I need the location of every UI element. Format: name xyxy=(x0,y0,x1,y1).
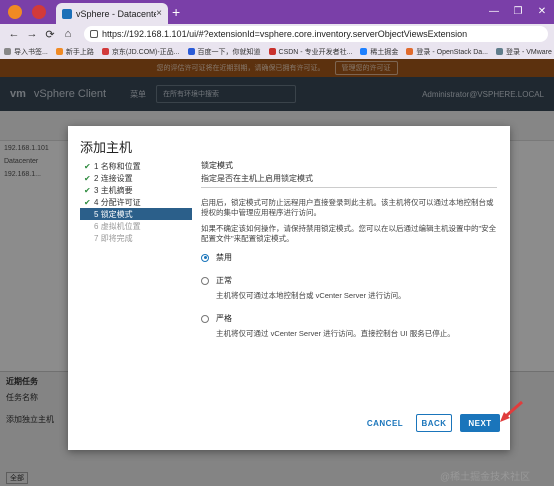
vsphere-tab-icon xyxy=(62,8,72,19)
maximize-button[interactable]: ❐ xyxy=(506,0,530,24)
pinned-tab-icon[interactable] xyxy=(32,5,46,19)
wizard-step-host-summary[interactable]: ✔ 3 主机摘要 xyxy=(80,184,192,196)
check-icon: ✔ xyxy=(84,173,91,183)
option-description: 主机将仅可通过本地控制台或 vCenter Server 进行访问。 xyxy=(216,291,406,300)
annotation-arrow-icon xyxy=(500,400,523,422)
bookmark-item[interactable]: 新手上路 xyxy=(55,47,94,57)
next-button[interactable]: NEXT xyxy=(460,414,500,432)
advice-paragraph: 如果不确定该如何操作，请保持禁用锁定模式。您可以在以后通过编辑主机设置中的"安全… xyxy=(201,224,497,243)
radio-strict[interactable] xyxy=(201,314,209,323)
wizard-step-ready: 7 即将完成 xyxy=(94,233,133,243)
back-button[interactable]: BACK xyxy=(416,414,452,432)
lock-icon xyxy=(90,30,98,38)
option-label: 禁用 xyxy=(216,253,232,262)
juejin-icon xyxy=(360,48,368,55)
forward-arrow-icon[interactable]: → xyxy=(24,28,40,40)
option-label: 严格 xyxy=(216,314,232,323)
bookmarks-bar: 导入书签... 新手上路 京东(JD.COM)-正品... 百度一下，你就知道 … xyxy=(0,44,554,59)
section-subtitle: 指定是否在主机上启用锁定模式 xyxy=(201,173,497,188)
wizard-step-lockdown-mode[interactable]: 5 锁定模式 xyxy=(80,208,192,220)
bookmark-item[interactable]: CSDN - 专业开发者社... xyxy=(268,47,352,57)
baidu-icon xyxy=(187,48,195,55)
bookmark-item[interactable]: 登录 - VMware ESXi xyxy=(496,47,554,57)
window-controls: — ❐ ✕ xyxy=(482,0,554,24)
check-icon: ✔ xyxy=(84,161,91,171)
wizard-step-license[interactable]: ✔ 4 分配许可证 xyxy=(80,196,192,208)
lockdown-option-disabled[interactable]: 禁用 xyxy=(201,252,497,263)
cancel-button[interactable]: CANCEL xyxy=(364,414,406,432)
option-description: 主机将仅可通过 vCenter Server 进行访问。直接控制台 UI 服务已… xyxy=(216,329,455,338)
lockdown-option-strict[interactable]: 严格 主机将仅可通过 vCenter Server 进行访问。直接控制台 UI … xyxy=(201,313,497,339)
csdn-icon xyxy=(268,48,276,55)
reload-icon[interactable]: ⟳ xyxy=(42,28,58,41)
wizard-steps: ✔ 1 名称和位置 ✔ 2 连接设置 ✔ 3 主机摘要 ✔ 4 分配许可证 5 锁定模式… xyxy=(80,160,192,244)
section-title: 锁定模式 xyxy=(201,161,233,170)
bookmark-item[interactable]: 导入书签... xyxy=(4,47,48,57)
minimize-button[interactable]: — xyxy=(482,0,506,24)
bookmark-item[interactable]: 京东(JD.COM)-正品... xyxy=(101,47,180,57)
check-icon: ✔ xyxy=(84,185,91,195)
close-window-button[interactable]: ✕ xyxy=(530,0,554,24)
option-label: 正常 xyxy=(216,276,232,285)
bookmark-item[interactable]: 百度一下，你就知道 xyxy=(187,47,261,57)
dialog-title: 添加主机 xyxy=(80,140,133,155)
add-host-dialog: 添加主机 ✔ 1 名称和位置 ✔ 2 连接设置 ✔ 3 主机摘要 ✔ 4 分配许可证 5… xyxy=(68,126,510,450)
check-icon: ✔ xyxy=(84,197,91,207)
url-text: https://192.168.1.101/ui/#?extensionId=v… xyxy=(102,29,468,39)
tab-vsphere[interactable]: vSphere - Datacenter - 摘要 × xyxy=(56,3,168,24)
navigation-bar: ← → ⟳ ⌂ https://192.168.1.101/ui/#?exten… xyxy=(0,24,554,44)
back-arrow-icon[interactable]: ← xyxy=(6,28,22,40)
wizard-step-vm-location: 6 虚拟机位置 xyxy=(94,221,141,231)
new-tab-button[interactable]: + xyxy=(172,4,180,20)
tab-label: vSphere - Datacenter - 摘要 xyxy=(76,9,157,19)
lockdown-option-normal[interactable]: 正常 主机将仅可通过本地控制台或 vCenter Server 进行访问。 xyxy=(201,275,497,301)
vmware-icon xyxy=(496,48,503,55)
wizard-step-name-location[interactable]: ✔ 1 名称和位置 xyxy=(80,160,192,172)
wizard-step-connection[interactable]: ✔ 2 连接设置 xyxy=(80,172,192,184)
folder-icon xyxy=(4,48,11,55)
jd-icon xyxy=(101,48,109,55)
watermark: @稀土掘金技术社区 xyxy=(440,472,531,483)
firefox-icon[interactable] xyxy=(8,5,22,19)
bookmark-item[interactable]: 稀土掘金 xyxy=(360,47,398,57)
description-paragraph: 启用后，锁定模式可防止远程用户直接登录到此主机。该主机将仅可以通过本地控制台或授… xyxy=(201,198,494,217)
lockdown-content: 锁定模式 指定是否在主机上启用锁定模式 启用后，锁定模式可防止远程用户直接登录到… xyxy=(201,160,497,339)
home-icon[interactable]: ⌂ xyxy=(60,28,76,40)
bookmark-item[interactable]: 登录 - OpenStack Da... xyxy=(406,47,488,57)
radio-normal[interactable] xyxy=(201,276,209,285)
openstack-icon xyxy=(406,48,414,55)
firefox-icon xyxy=(55,48,63,55)
browser-tab-bar: vSphere - Datacenter - 摘要 × + — ❐ ✕ xyxy=(0,0,554,24)
radio-disabled[interactable] xyxy=(201,253,209,262)
close-tab-icon[interactable]: × xyxy=(156,8,162,19)
address-bar[interactable]: https://192.168.1.101/ui/#?extensionId=v… xyxy=(84,26,548,42)
